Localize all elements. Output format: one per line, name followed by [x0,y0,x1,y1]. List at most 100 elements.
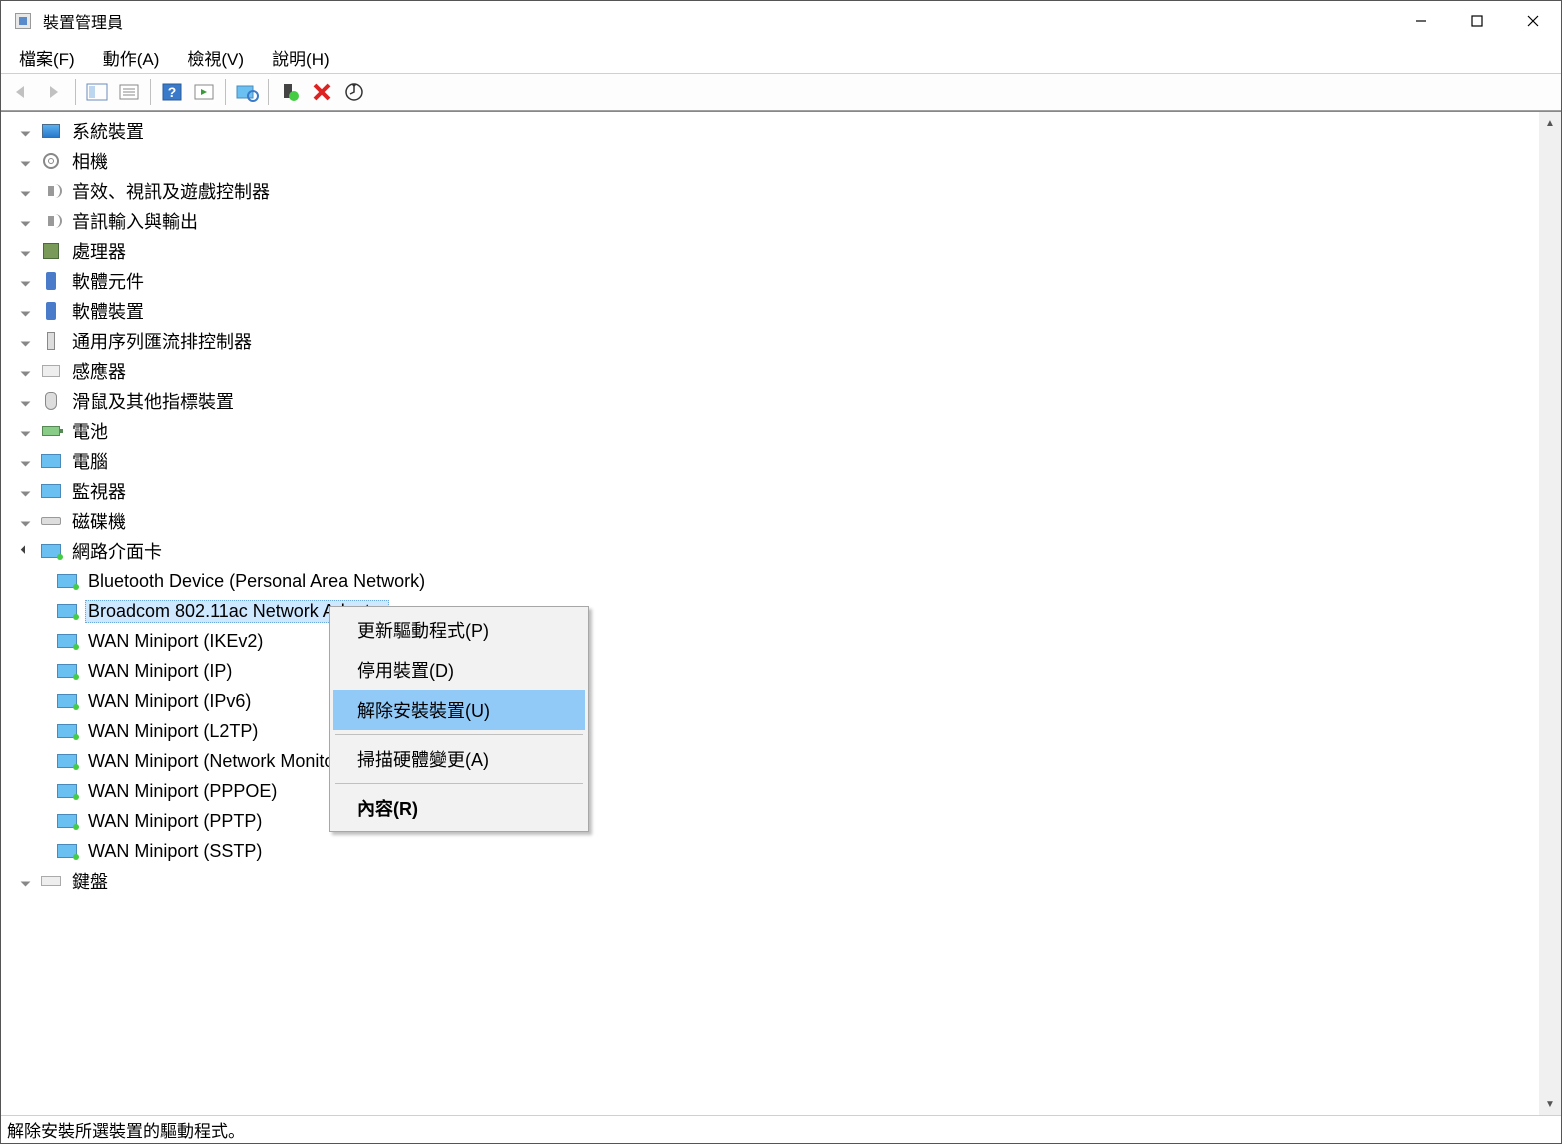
minimize-button[interactable] [1393,1,1449,41]
expand-icon[interactable] [15,301,35,321]
category-node[interactable]: 滑鼠及其他指標裝置 [15,386,1539,416]
category-node[interactable]: 音訊輸入與輸出 [15,206,1539,236]
cpu-icon [39,239,63,263]
expand-icon[interactable] [15,211,35,231]
menu-help[interactable]: 說明(H) [258,41,344,74]
category-node[interactable]: 系統裝置 [15,116,1539,146]
toolbar-separator [268,79,269,105]
expand-icon[interactable] [15,121,35,141]
scroll-track[interactable] [1539,134,1561,1093]
expand-icon[interactable] [15,871,35,891]
ctx-uninstall-device[interactable]: 解除安裝裝置(U) [333,690,585,730]
action-button[interactable] [189,77,219,107]
statusbar: 解除安裝所選裝置的驅動程式。 [1,1115,1561,1143]
device-node[interactable]: WAN Miniport (IP) [15,656,1539,686]
expand-icon[interactable] [15,511,35,531]
back-button[interactable] [7,77,37,107]
device-node[interactable]: WAN Miniport (SSTP) [15,836,1539,866]
category-node[interactable]: 感應器 [15,356,1539,386]
enable-device-button[interactable] [275,77,305,107]
category-keyboard[interactable]: 鍵盤 [15,866,1539,896]
uninstall-device-button[interactable] [307,77,337,107]
mon-icon [39,479,63,503]
ctx-update-driver[interactable]: 更新驅動程式(P) [333,610,585,650]
category-node[interactable]: 軟體裝置 [15,296,1539,326]
sens-icon [39,359,63,383]
category-node[interactable]: 軟體元件 [15,266,1539,296]
device-label: WAN Miniport (Network Monitor) [85,750,349,773]
device-node[interactable]: Broadcom 802.11ac Network Adapter [15,596,1539,626]
vertical-scrollbar[interactable]: ▲ ▼ [1539,112,1561,1115]
expand-icon[interactable] [15,241,35,261]
category-label: 處理器 [69,237,129,265]
device-node[interactable]: WAN Miniport (L2TP) [15,716,1539,746]
category-label: 通用序列匯流排控制器 [69,327,255,355]
network-adapter-icon [55,839,79,863]
snd-icon [39,209,63,233]
category-node[interactable]: 相機 [15,146,1539,176]
category-node[interactable]: 音效、視訊及遊戲控制器 [15,176,1539,206]
category-label: 網路介面卡 [69,537,165,565]
update-driver-button[interactable] [339,77,369,107]
category-node[interactable]: 處理器 [15,236,1539,266]
help-button[interactable]: ? [157,77,187,107]
network-adapter-icon [55,689,79,713]
device-node[interactable]: WAN Miniport (PPPOE) [15,776,1539,806]
menu-action[interactable]: 動作(A) [89,41,174,74]
expand-icon[interactable] [15,331,35,351]
category-label: 軟體裝置 [69,297,147,325]
snd-icon [39,179,63,203]
expand-icon[interactable] [15,421,35,441]
device-label: WAN Miniport (IPv6) [85,690,254,713]
menu-file[interactable]: 檔案(F) [5,41,89,74]
network-adapter-icon [55,779,79,803]
context-menu: 更新驅動程式(P) 停用裝置(D) 解除安裝裝置(U) 掃描硬體變更(A) 內容… [329,606,589,832]
sys-icon [39,119,63,143]
forward-button[interactable] [39,77,69,107]
expand-icon[interactable] [15,481,35,501]
expand-icon[interactable] [15,151,35,171]
scan-hardware-button[interactable] [232,77,262,107]
ctx-scan-hardware[interactable]: 掃描硬體變更(A) [333,739,585,779]
device-node[interactable]: WAN Miniport (PPTP) [15,806,1539,836]
device-node[interactable]: WAN Miniport (IKEv2) [15,626,1539,656]
category-node[interactable]: 監視器 [15,476,1539,506]
scroll-down-button[interactable]: ▼ [1539,1093,1561,1115]
ctx-disable-device[interactable]: 停用裝置(D) [333,650,585,690]
toolbar-separator [75,79,76,105]
disk-icon [39,509,63,533]
menu-view[interactable]: 檢視(V) [173,41,258,74]
maximize-button[interactable] [1449,1,1505,41]
scroll-up-button[interactable]: ▲ [1539,112,1561,134]
category-label: 軟體元件 [69,267,147,295]
window-title: 裝置管理員 [43,9,1393,33]
close-button[interactable] [1505,1,1561,41]
device-label: WAN Miniport (IP) [85,660,235,683]
expand-icon[interactable] [15,361,35,381]
category-node[interactable]: 磁碟機 [15,506,1539,536]
device-node[interactable]: WAN Miniport (IPv6) [15,686,1539,716]
properties-button[interactable] [114,77,144,107]
expand-icon[interactable] [15,181,35,201]
expand-icon[interactable] [15,271,35,291]
mouse-icon [39,389,63,413]
network-icon [39,539,63,563]
category-label: 電池 [69,417,111,445]
expand-icon[interactable] [15,451,35,471]
category-node[interactable]: 電池 [15,416,1539,446]
expand-icon[interactable] [15,391,35,411]
ctx-properties[interactable]: 內容(R) [333,788,585,828]
category-label: 相機 [69,147,111,175]
category-node[interactable]: 電腦 [15,446,1539,476]
network-adapter-icon [55,569,79,593]
device-tree[interactable]: 系統裝置相機音效、視訊及遊戲控制器音訊輸入與輸出處理器軟體元件軟體裝置通用序列匯… [1,112,1539,1115]
category-network-adapters[interactable]: 網路介面卡 [15,536,1539,566]
category-node[interactable]: 通用序列匯流排控制器 [15,326,1539,356]
show-hide-tree-button[interactable] [82,77,112,107]
collapse-icon[interactable] [15,541,35,561]
device-node[interactable]: WAN Miniport (Network Monitor) [15,746,1539,776]
ctx-separator [335,734,583,735]
device-node[interactable]: Bluetooth Device (Personal Area Network) [15,566,1539,596]
category-label: 系統裝置 [69,117,147,145]
network-adapter-icon [55,659,79,683]
